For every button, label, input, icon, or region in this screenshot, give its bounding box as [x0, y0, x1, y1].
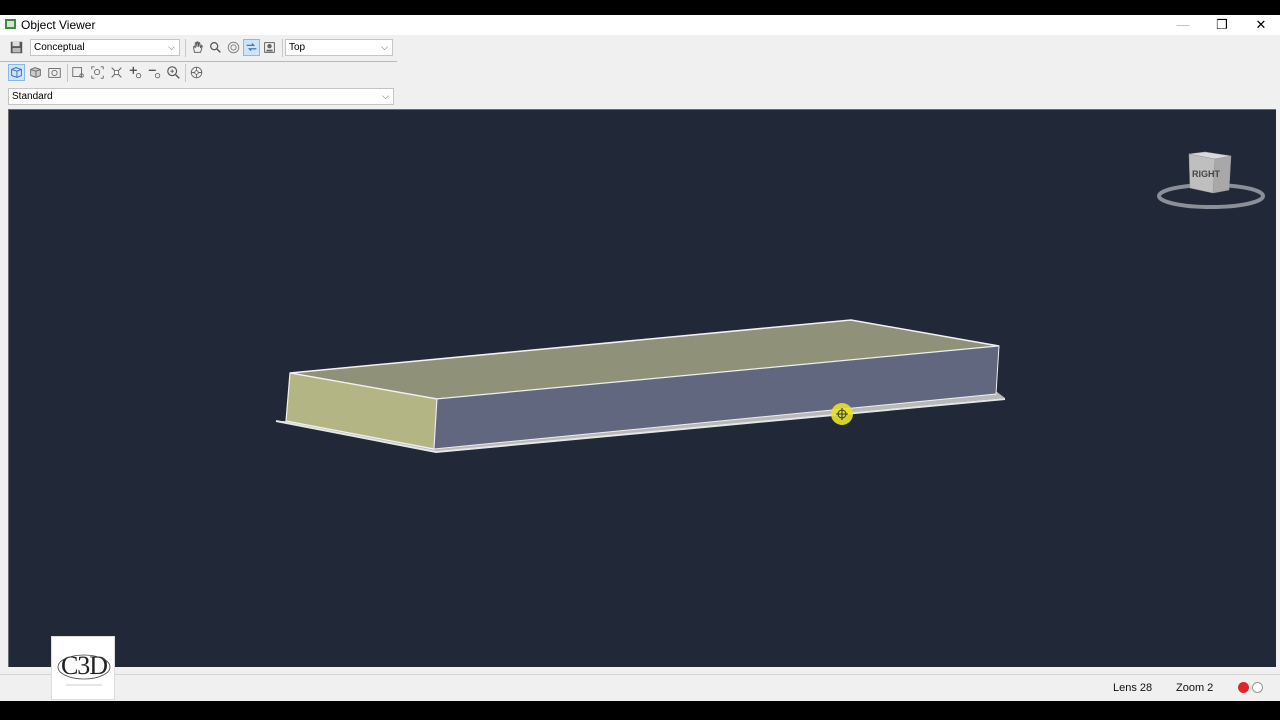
visual-style-select[interactable]: Conceptual ⌵	[30, 39, 180, 56]
viewcube-face-label[interactable]: RIGHT	[1192, 169, 1220, 179]
zoom-icon[interactable]	[207, 39, 224, 56]
camera-icon[interactable]	[46, 64, 63, 81]
lens-readout: Lens 28	[1113, 682, 1153, 694]
pan-hand-icon[interactable]	[189, 39, 206, 56]
toolbar-divider	[185, 39, 186, 57]
zoom-extents-icon[interactable]	[89, 64, 106, 81]
shaded-cube-icon[interactable]	[27, 64, 44, 81]
toolbar-divider	[185, 64, 186, 82]
chevron-down-icon: ⌵	[381, 42, 388, 52]
zoom-fit-icon[interactable]	[108, 64, 125, 81]
zoom-readout: Zoom 2	[1176, 682, 1214, 694]
close-button[interactable]: ✕	[1246, 15, 1276, 35]
record-indicator-icon	[1238, 682, 1249, 693]
view-style-select[interactable]: Standard ⌵	[8, 88, 394, 105]
zoom-in-icon[interactable]	[127, 64, 144, 81]
status-indicator-icon	[1252, 682, 1263, 693]
logo-ring-icon	[57, 654, 111, 686]
steering-wheel-icon[interactable]	[188, 64, 205, 81]
wireframe-cube-icon[interactable]	[8, 64, 25, 81]
view-value: Top	[289, 42, 306, 53]
toolbar-row-1: Conceptual ⌵ Top ⌵	[5, 38, 405, 60]
toolbar-divider	[67, 64, 68, 82]
toolbar-row-2	[5, 63, 405, 85]
app-icon	[5, 19, 16, 29]
minimize-button[interactable]: —	[1168, 15, 1198, 35]
continuous-orbit-icon[interactable]	[261, 39, 278, 56]
chevron-down-icon: ⌵	[382, 91, 389, 101]
zoom-window-icon[interactable]	[70, 64, 87, 81]
view-style-value: Standard	[12, 91, 53, 102]
scene-canvas[interactable]	[9, 110, 1276, 667]
object-viewer-window: Object Viewer — ❐ ✕ Conceptual ⌵ Top ⌵ S…	[0, 15, 1280, 701]
orbit-icon[interactable]	[225, 39, 242, 56]
toolbar-underline	[0, 61, 397, 62]
visual-style-value: Conceptual	[34, 42, 85, 53]
save-icon[interactable]	[8, 39, 25, 56]
watermark-logo: C3D	[51, 636, 115, 700]
zoom-realtime-icon[interactable]	[165, 64, 182, 81]
3d-viewport[interactable]: RIGHT	[9, 110, 1276, 667]
orbit-cursor-icon	[831, 403, 853, 425]
free-orbit-icon[interactable]	[243, 39, 260, 56]
title-bar: Object Viewer — ❐ ✕	[0, 15, 1280, 35]
view-select[interactable]: Top ⌵	[285, 39, 393, 56]
status-bar: Lens 28 Zoom 2	[0, 674, 1280, 701]
chevron-down-icon: ⌵	[168, 42, 175, 52]
zoom-out-icon[interactable]	[146, 64, 163, 81]
viewcube[interactable]	[1157, 151, 1265, 209]
toolbar-divider	[282, 39, 283, 57]
restore-button[interactable]: ❐	[1207, 15, 1237, 35]
window-title: Object Viewer	[21, 18, 96, 32]
